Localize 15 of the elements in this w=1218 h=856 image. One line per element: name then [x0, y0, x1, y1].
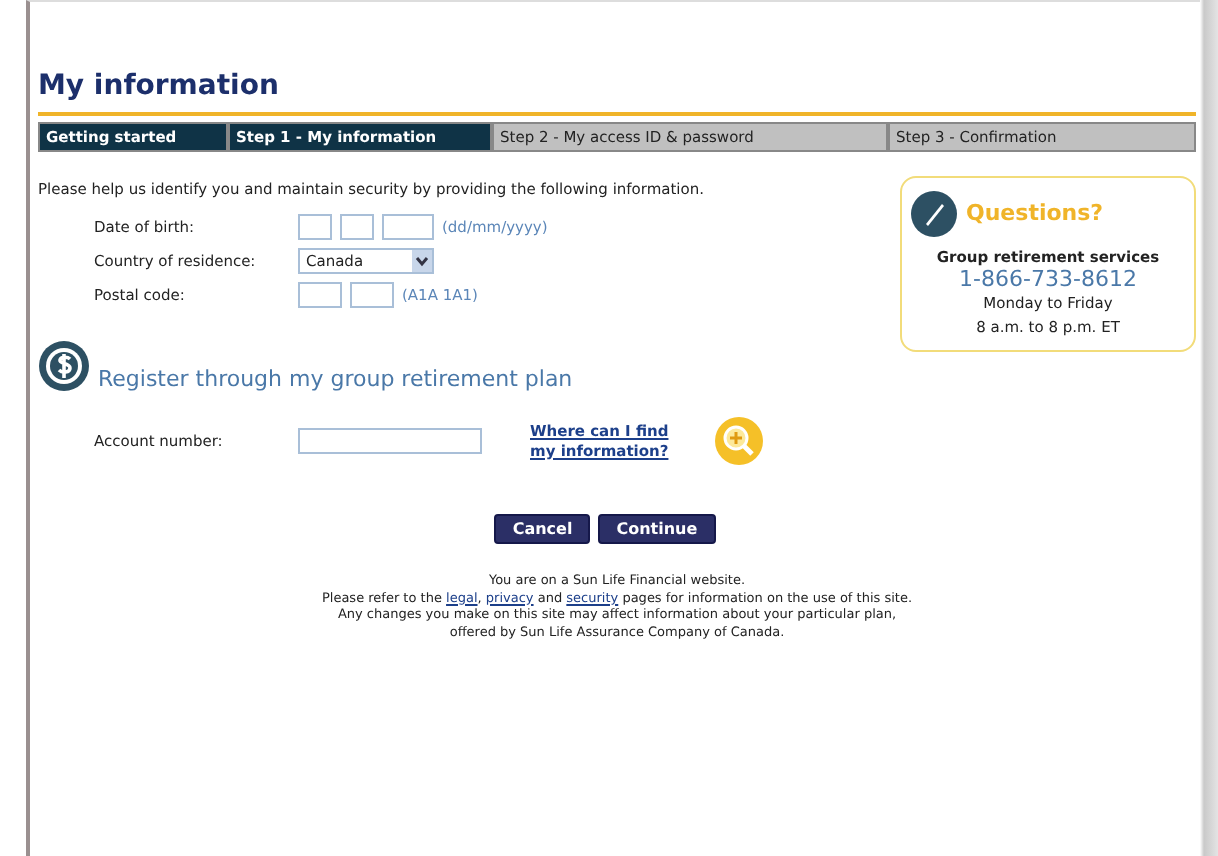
- zoom-in-icon: [714, 416, 764, 467]
- pen-icon: [910, 190, 958, 238]
- section-title: Register through my group retirement plan: [98, 363, 573, 396]
- dollar-icon: [38, 340, 90, 393]
- month-field[interactable]: [340, 214, 374, 241]
- postal-code-field[interactable]: [350, 282, 394, 309]
- day-field[interactable]: [298, 214, 332, 241]
- cancel-button[interactable]: Cancel: [494, 514, 591, 545]
- questions-title: Questions?: [966, 197, 1104, 230]
- year-field[interactable]: [382, 214, 434, 241]
- phone-number: 1-866-733-8612: [957, 268, 1139, 293]
- postal-code-field[interactable]: [298, 282, 342, 309]
- page-title: My information: [38, 66, 1196, 116]
- account-number-field[interactable]: [298, 428, 482, 455]
- continue-button[interactable]: Continue: [598, 514, 716, 545]
